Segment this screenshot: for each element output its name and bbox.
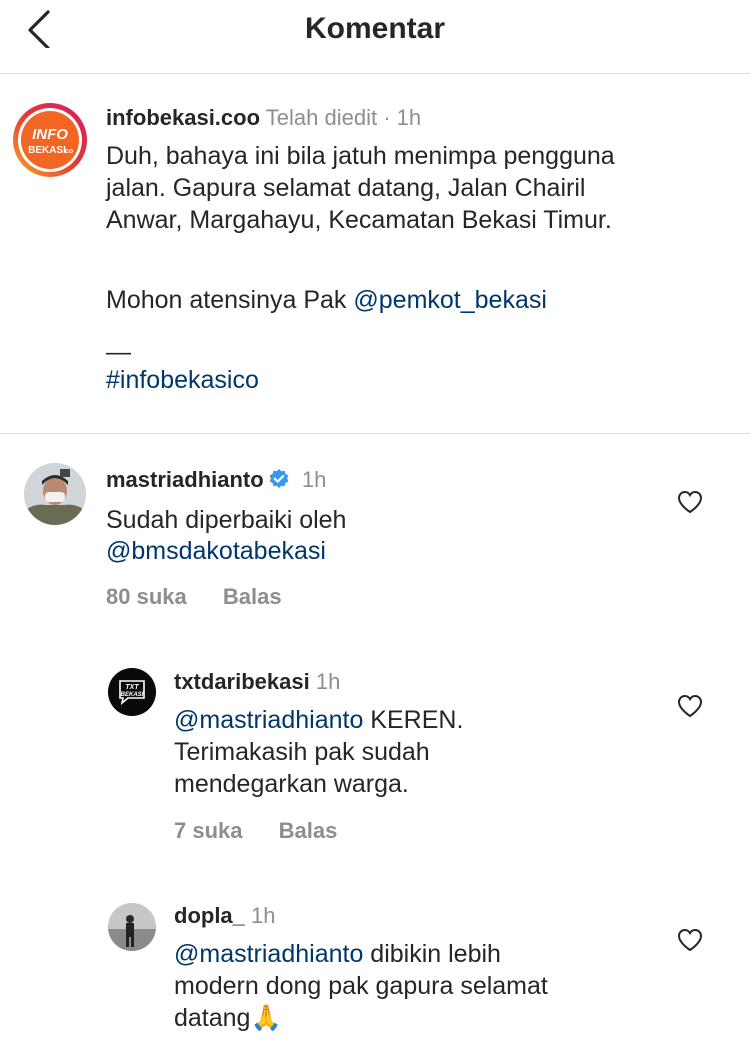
comment-timestamp: 1h bbox=[315, 669, 341, 694]
infobekasi-logo-icon: INFO BEKASI .co bbox=[13, 103, 87, 177]
comment-meta: txtdaribekasi 1h bbox=[174, 668, 340, 696]
svg-text:.co: .co bbox=[63, 148, 73, 155]
comment-text-line: datang🙏 bbox=[174, 1004, 282, 1032]
mention-link[interactable]: @bmsdakotabekasi bbox=[106, 535, 326, 567]
txtdaribekasi-logo-icon: TXT BEKASI bbox=[108, 668, 156, 716]
mention-link[interactable]: @mastriadhianto bbox=[174, 940, 363, 968]
header-bar: Komentar bbox=[0, 0, 750, 74]
reply-button[interactable]: Balas bbox=[279, 818, 338, 843]
edited-label: Telah diedit bbox=[265, 105, 378, 130]
comment-text: dibikin lebih bbox=[363, 940, 501, 968]
mention-link[interactable]: @mastriadhianto bbox=[174, 706, 363, 734]
avatar[interactable]: INFO BEKASI .co bbox=[12, 102, 88, 178]
caption-text-line: Anwar, Margahayu, Kecamatan Bekasi Timur… bbox=[106, 206, 612, 234]
comment-actions: 7 suka Balas bbox=[174, 818, 367, 844]
hashtag-link[interactable]: #infobekasico bbox=[106, 364, 259, 396]
caption-timestamp: · 1h bbox=[383, 105, 422, 130]
caption-meta: infobekasi.coo Telah diedit · 1h bbox=[106, 104, 421, 132]
comment-username[interactable]: txtdaribekasi bbox=[174, 669, 310, 694]
comment-meta: dopla_ 1h bbox=[174, 902, 276, 930]
avatar[interactable] bbox=[108, 903, 156, 951]
comment-meta: mastriadhianto 1h bbox=[106, 466, 326, 494]
comment-username[interactable]: dopla_ bbox=[174, 903, 245, 928]
comment-timestamp: 1h bbox=[301, 467, 327, 492]
svg-text:BEKASI: BEKASI bbox=[121, 692, 144, 698]
user-photo-icon bbox=[108, 903, 156, 951]
caption-text: Mohon atensinya Pak bbox=[106, 286, 347, 314]
page-title: Komentar bbox=[304, 12, 446, 45]
caption-text-line: Duh, bahaya ini bila jatuh menimpa pengg… bbox=[106, 142, 615, 170]
like-count[interactable]: 80 suka bbox=[106, 584, 187, 609]
comment-text-line: Sudah diperbaiki oleh bbox=[106, 506, 347, 534]
svg-text:BEKASI: BEKASI bbox=[28, 145, 66, 156]
comment-text-line: @mastriadhianto KEREN. bbox=[174, 704, 463, 736]
comment-text: KEREN. bbox=[363, 706, 464, 734]
reply-button[interactable]: Balas bbox=[223, 584, 282, 609]
caption-username[interactable]: infobekasi.coo bbox=[106, 105, 260, 130]
like-count[interactable]: 7 suka bbox=[174, 818, 243, 843]
caption-text-line: jalan. Gapura selamat datang, Jalan Chai… bbox=[106, 174, 586, 202]
comment-timestamp: 1h bbox=[251, 903, 276, 928]
comment-username[interactable]: mastriadhianto bbox=[106, 467, 264, 492]
svg-text:INFO: INFO bbox=[32, 126, 68, 143]
like-heart-icon[interactable] bbox=[677, 490, 703, 514]
svg-text:TXT: TXT bbox=[125, 684, 139, 691]
avatar[interactable] bbox=[24, 463, 86, 525]
verified-badge-icon bbox=[269, 469, 289, 488]
comment-text-line: mendegarkan warga. bbox=[174, 770, 409, 798]
user-photo-icon bbox=[24, 463, 86, 525]
comment-text-line: @mastriadhianto dibikin lebih bbox=[174, 938, 501, 970]
like-heart-icon[interactable] bbox=[677, 694, 703, 718]
caption-text-line: Mohon atensinya Pak @pemkot_bekasi bbox=[106, 284, 547, 316]
like-heart-icon[interactable] bbox=[677, 928, 703, 952]
comment-actions: 80 suka Balas bbox=[106, 584, 312, 610]
caption-section: INFO BEKASI .co infobekasi.coo Telah die… bbox=[0, 74, 750, 434]
avatar[interactable]: TXT BEKASI bbox=[108, 668, 156, 716]
mention-link[interactable]: @pemkot_bekasi bbox=[353, 286, 547, 314]
comment-text-line: modern dong pak gapura selamat bbox=[174, 972, 548, 1000]
comment-text-line: Terimakasih pak sudah bbox=[174, 738, 430, 766]
